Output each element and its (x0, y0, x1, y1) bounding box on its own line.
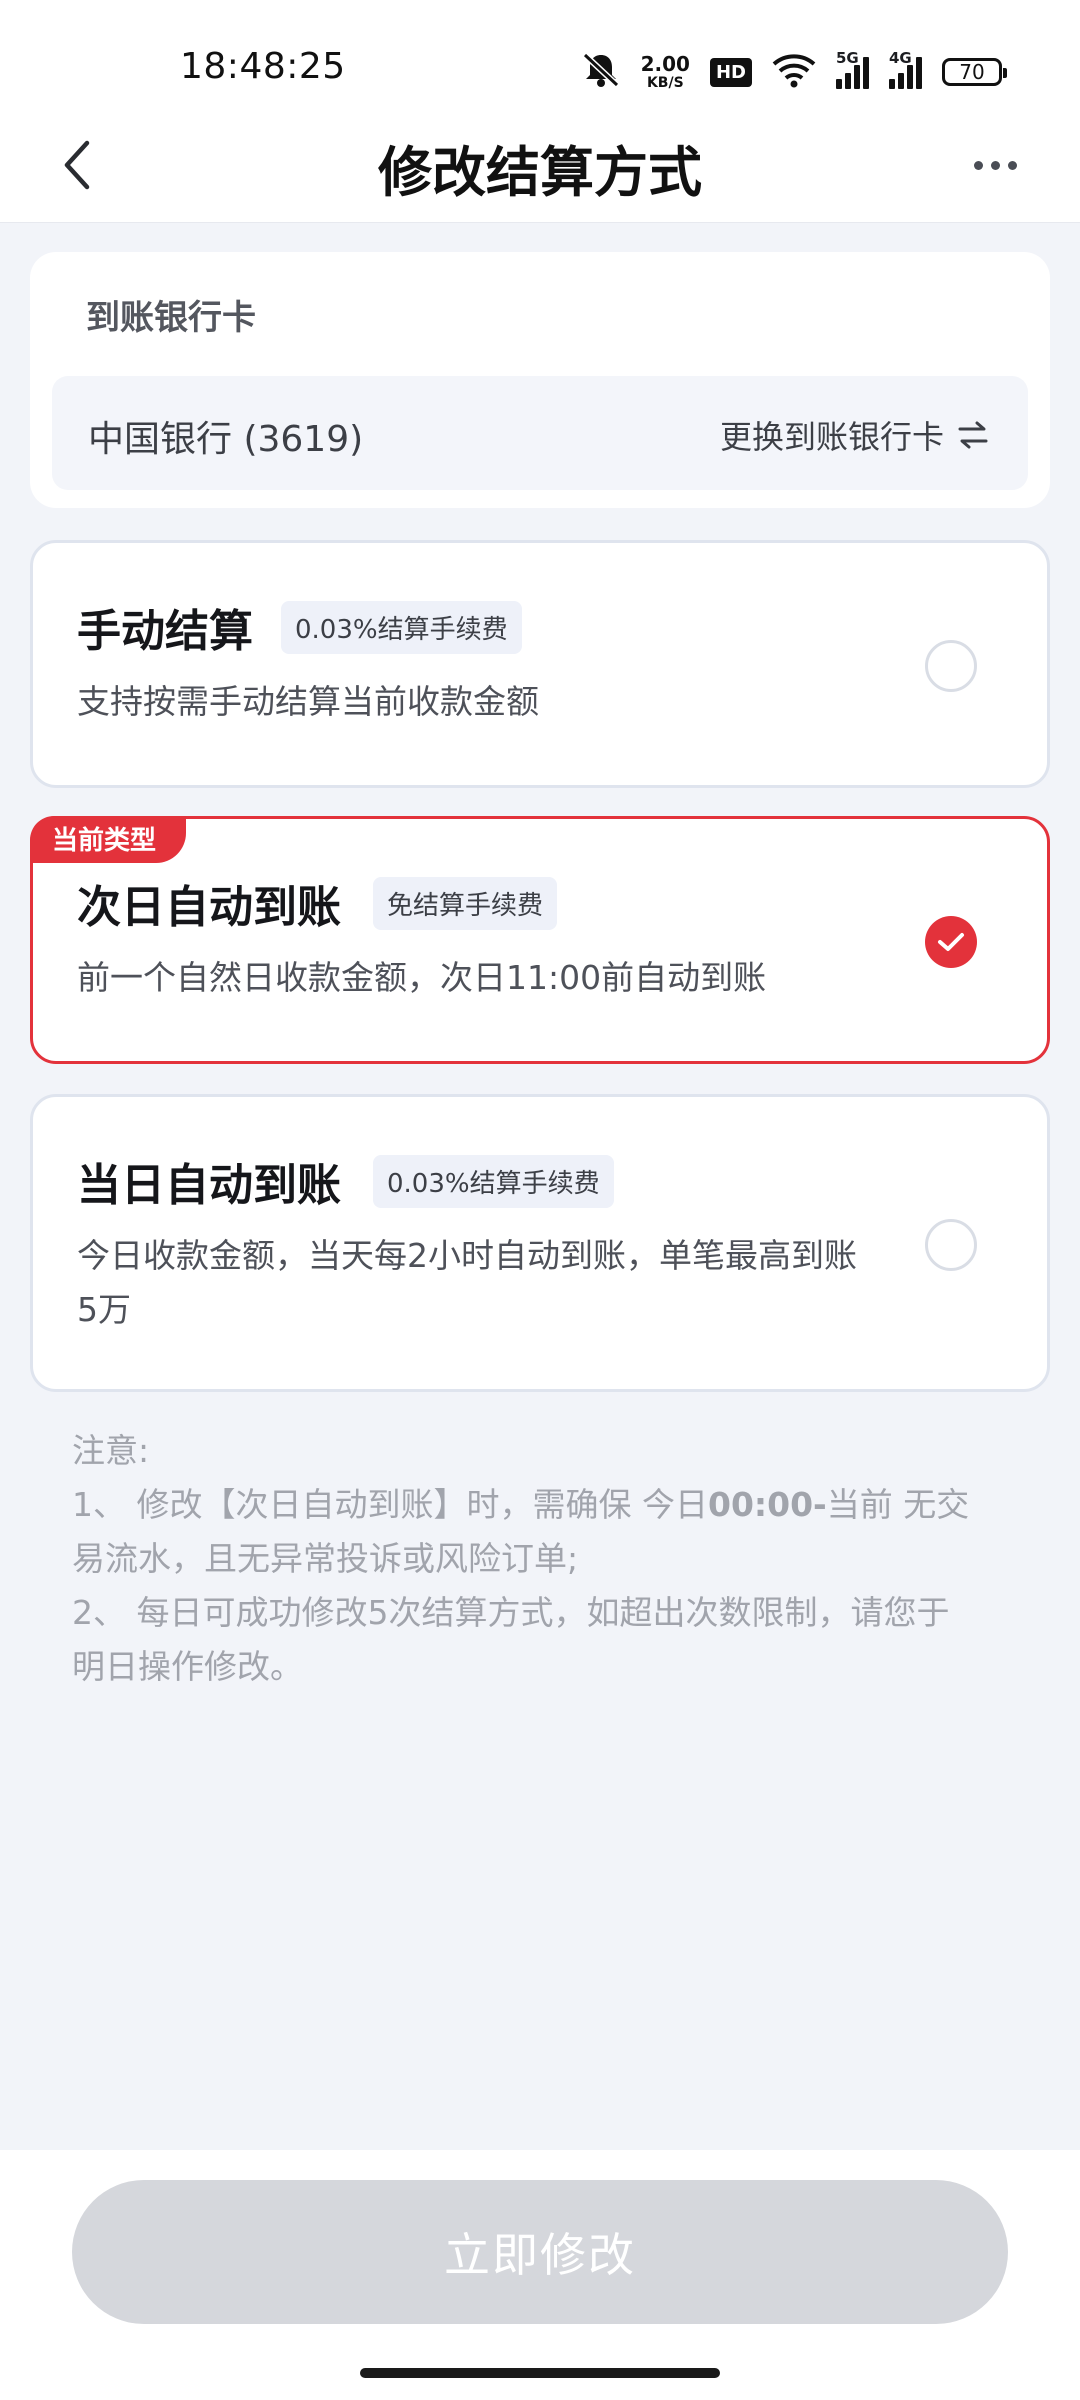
fee-tag: 0.03%结算手续费 (373, 1155, 614, 1208)
net-speed: 2.00 KB/S (641, 54, 690, 90)
signal-4g-icon: 4G (889, 49, 922, 89)
option-desc: 今日收款金额，当天每2小时自动到账，单笔最高到账 5万 (77, 1229, 857, 1337)
option-desc: 前一个自然日收款金额，次日11:00前自动到账 (77, 958, 767, 997)
more-button[interactable] (960, 140, 1030, 190)
option-same-day-auto[interactable]: 当日自动到账 0.03%结算手续费 今日收款金额，当天每2小时自动到账，单笔最高… (30, 1094, 1050, 1392)
top-bar: 18:48:25 2.00 KB/S HD 5G 4G 70 修改结算方式 (0, 0, 1080, 223)
more-dot-icon (973, 160, 983, 170)
notice-item-2: 2、 每日可成功修改5次结算方式，如超出次数限制，请您于 (72, 1593, 950, 1632)
notice-item-1-cont: 易流水，且无异常投诉或风险订单; (72, 1539, 579, 1578)
mute-bell-icon (581, 51, 621, 93)
notice-title: 注意: (72, 1431, 150, 1470)
net-speed-unit: KB/S (646, 75, 684, 91)
bank-card-section: 到账银行卡 中国银行 (3619) 更换到账银行卡 (30, 252, 1050, 508)
radio-button[interactable] (925, 1219, 977, 1271)
page-title: 修改结算方式 (378, 141, 702, 204)
footer: 立即修改 (0, 2150, 1080, 2400)
notice-bold-text: 00:00- (707, 1485, 827, 1524)
option-manual-settlement[interactable]: 手动结算 0.03%结算手续费 支持按需手动结算当前收款金额 (30, 540, 1050, 788)
notice-item-2-cont: 明日操作修改。 (72, 1647, 303, 1686)
signal-5g-label: 5G (836, 49, 859, 67)
bank-card-row: 中国银行 (3619) 更换到账银行卡 (52, 376, 1028, 490)
change-bank-card-label: 更换到账银行卡 (719, 418, 944, 456)
option-desc-line: 今日收款金额，当天每2小时自动到账，单笔最高到账 (77, 1236, 857, 1275)
more-dot-icon (1007, 160, 1017, 170)
net-speed-value: 2.00 (640, 52, 690, 76)
option-desc: 支持按需手动结算当前收款金额 (77, 682, 539, 721)
signal-5g-icon: 5G (836, 49, 869, 89)
hd-icon: HD (709, 57, 752, 87)
bank-card-label: 到账银行卡 (86, 298, 256, 338)
option-title: 手动结算 (77, 606, 253, 657)
change-bank-card-button[interactable]: 更换到账银行卡 (720, 412, 988, 458)
radio-button[interactable] (925, 640, 977, 692)
wifi-icon (772, 52, 816, 92)
more-dot-icon (990, 160, 1000, 170)
option-next-day-auto[interactable]: 当前类型 次日自动到账 免结算手续费 前一个自然日收款金额，次日11:00前自动… (30, 816, 1050, 1064)
option-title: 次日自动到账 (77, 882, 341, 933)
notice-section: 注意: 1、 修改【次日自动到账】时，需确保 今日00:00-当前 无交 易流水… (72, 1424, 1002, 1694)
home-indicator[interactable] (360, 2368, 720, 2378)
option-title: 当日自动到账 (77, 1160, 341, 1211)
notice-text: 当前 无交 (826, 1485, 970, 1524)
bank-name: 中国银行 (3619) (88, 419, 364, 460)
notice-item-1: 1、 修改【次日自动到账】时，需确保 今日00:00-当前 无交 (72, 1478, 1002, 1532)
signal-4g-label: 4G (889, 49, 912, 67)
current-type-tag: 当前类型 (30, 816, 187, 863)
submit-button[interactable]: 立即修改 (72, 2180, 1008, 2324)
swap-icon (958, 421, 988, 449)
status-icons: 2.00 KB/S HD 5G 4G 70 (581, 49, 1007, 94)
fee-tag: 0.03%结算手续费 (281, 601, 522, 654)
notice-text: 1、 修改【次日自动到账】时，需确保 今日 (72, 1485, 708, 1524)
radio-button-checked[interactable] (925, 916, 977, 968)
option-desc-line: 5万 (77, 1290, 131, 1329)
battery-icon: 70 (942, 58, 1007, 86)
fee-tag: 免结算手续费 (373, 877, 558, 930)
check-icon (938, 933, 964, 951)
status-time: 18:48:25 (180, 46, 346, 87)
